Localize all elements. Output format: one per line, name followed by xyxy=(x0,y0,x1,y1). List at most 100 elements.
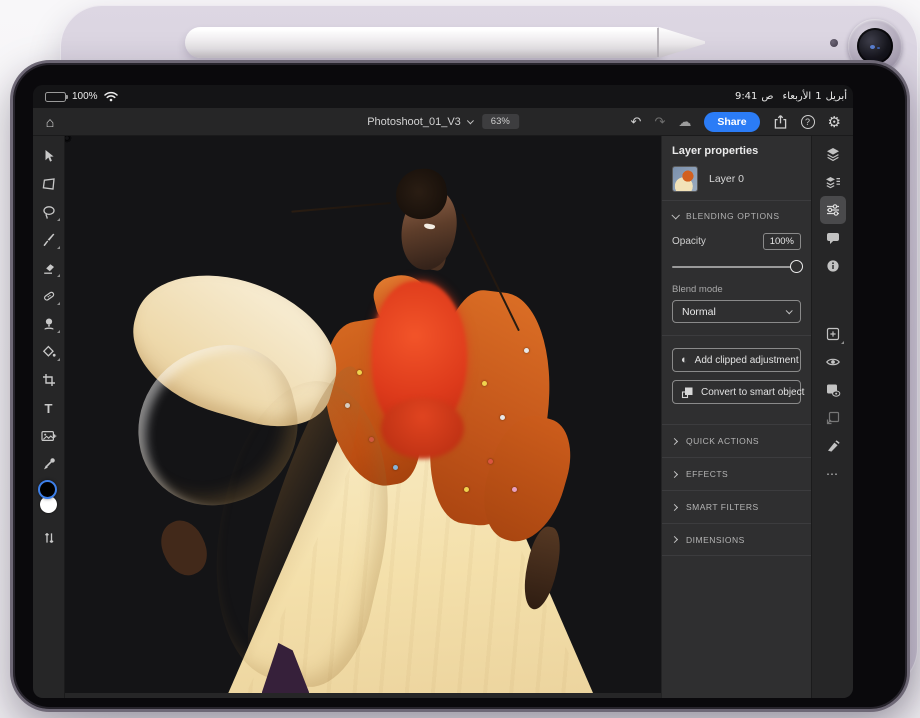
type-tool-icon[interactable]: T xyxy=(36,394,62,422)
section-smart-filters[interactable]: SMART FILTERS xyxy=(662,490,811,523)
share-button[interactable]: Share xyxy=(704,112,759,132)
document-title[interactable]: Photoshoot_01_V3 xyxy=(367,116,472,128)
mic-dot xyxy=(830,39,838,47)
visibility-eye-icon[interactable] xyxy=(820,348,846,376)
lasso-tool-icon[interactable] xyxy=(36,198,62,226)
photo-braid xyxy=(291,202,391,213)
jacket-pin xyxy=(524,348,529,353)
home-icon[interactable]: ⌂ xyxy=(33,114,67,130)
layer-thumbnail[interactable] xyxy=(672,166,698,192)
pencil-tip xyxy=(659,27,705,58)
blending-options-header[interactable]: BLENDING OPTIONS xyxy=(662,201,811,229)
section-label: QUICK ACTIONS xyxy=(686,436,759,446)
document-title-group: Photoshoot_01_V3 63% xyxy=(367,114,519,129)
camera-lens xyxy=(857,28,893,64)
hair-bead xyxy=(65,136,69,140)
section-quick-actions[interactable]: QUICK ACTIONS xyxy=(662,424,811,457)
color-swatches[interactable] xyxy=(36,482,62,516)
status-time: 9:41 xyxy=(735,91,757,102)
opacity-row: Opacity 100% xyxy=(662,229,811,250)
slider-track[interactable] xyxy=(672,266,801,268)
tool-bar: T xyxy=(33,136,65,698)
top-bar-actions: ↶ ↷ ☁ Share ? ⚙ xyxy=(631,112,841,132)
status-clock: 9:41 ص الأربعاء 1 أبريل xyxy=(735,91,847,102)
status-left: 100% xyxy=(45,91,118,102)
jacket-pin xyxy=(500,415,505,420)
opacity-slider[interactable] xyxy=(672,260,801,274)
redo-icon[interactable]: ↷ xyxy=(654,115,665,128)
chevron-down-icon xyxy=(671,211,679,219)
send-backward-icon[interactable] xyxy=(820,404,846,432)
info-panel-icon[interactable] xyxy=(820,252,846,280)
undo-icon[interactable]: ↶ xyxy=(631,115,642,128)
layers-panel-icon[interactable] xyxy=(820,140,846,168)
section-effects[interactable]: EFFECTS xyxy=(662,457,811,490)
status-weekday: الأربعاء xyxy=(783,91,812,102)
section-label: EFFECTS xyxy=(686,469,728,479)
eraser-tool-icon[interactable] xyxy=(36,254,62,282)
status-month: أبريل xyxy=(826,91,847,102)
apple-pencil xyxy=(185,27,705,58)
compare-tool-icon[interactable] xyxy=(36,524,62,552)
slider-handle[interactable] xyxy=(790,260,803,273)
adjustment-icon: ◐ xyxy=(681,355,688,366)
section-dimensions[interactable]: DIMENSIONS xyxy=(662,523,811,556)
opacity-label: Opacity xyxy=(672,236,706,247)
cleanup-brush-icon[interactable] xyxy=(820,432,846,460)
layer-row[interactable]: Layer 0 xyxy=(662,163,811,200)
layer-properties-panel-icon[interactable] xyxy=(820,196,846,224)
brush-tool-icon[interactable] xyxy=(36,226,62,254)
screen: 100% 9:41 ص الأربعاء 1 أبريل ⌂ xyxy=(33,85,853,698)
export-icon[interactable] xyxy=(773,114,788,130)
eyedropper-tool-icon[interactable] xyxy=(36,450,62,478)
layer-name: Layer 0 xyxy=(709,173,744,185)
jacket-pin xyxy=(393,465,398,470)
crop-tool-icon[interactable] xyxy=(36,366,62,394)
section-label: DIMENSIONS xyxy=(686,535,745,545)
add-clipped-label: Add clipped adjustment xyxy=(695,355,799,366)
more-options-icon[interactable]: ⋯ xyxy=(820,460,846,488)
pencil-body xyxy=(185,27,660,58)
panel-header: Layer properties xyxy=(662,136,811,163)
foreground-color-swatch[interactable] xyxy=(38,480,57,499)
transform-tool-icon[interactable] xyxy=(36,170,62,198)
layer-visibility-icon[interactable] xyxy=(820,376,846,404)
document-title-text: Photoshoot_01_V3 xyxy=(367,116,461,128)
photo-left-hand xyxy=(153,514,216,583)
settings-gear-icon[interactable]: ⚙ xyxy=(828,113,841,131)
place-photo-tool-icon[interactable] xyxy=(36,422,62,450)
blending-options-label: BLENDING OPTIONS xyxy=(686,211,780,221)
cloud-sync-icon[interactable]: ☁ xyxy=(678,115,691,128)
smart-object-icon xyxy=(681,386,694,399)
canvas-area xyxy=(65,136,661,698)
chevron-right-icon xyxy=(671,437,678,444)
section-label: SMART FILTERS xyxy=(686,502,759,512)
fill-tool-icon[interactable] xyxy=(36,338,62,366)
convert-smart-label: Convert to smart object xyxy=(701,387,804,398)
camera-glint xyxy=(870,45,875,49)
panel-dock: ⋯ xyxy=(811,136,853,698)
status-day: 1 xyxy=(815,91,821,102)
chevron-right-icon xyxy=(671,503,678,510)
blend-mode-value: Normal xyxy=(682,306,716,318)
canvas-photo[interactable] xyxy=(65,136,661,693)
blend-mode-dropdown[interactable]: Normal xyxy=(672,300,801,323)
opacity-value-field[interactable]: 100% xyxy=(763,233,801,250)
convert-smart-object-button[interactable]: Convert to smart object xyxy=(672,380,801,404)
layer-properties-panel: Layer properties Layer 0 BLENDING OPTION… xyxy=(661,136,811,698)
photo-sweater-lower xyxy=(381,398,464,459)
add-clipped-adjustment-button[interactable]: ◐ Add clipped adjustment xyxy=(672,348,801,372)
ipad-front-device: 100% 9:41 ص الأربعاء 1 أبريل ⌂ xyxy=(10,60,910,712)
zoom-level-badge[interactable]: 63% xyxy=(482,114,519,129)
help-icon[interactable]: ? xyxy=(801,115,815,129)
clone-stamp-tool-icon[interactable] xyxy=(36,310,62,338)
chevron-right-icon xyxy=(671,470,678,477)
jacket-pin xyxy=(512,487,517,492)
adjustment-layers-icon[interactable] xyxy=(820,168,846,196)
move-tool-icon[interactable] xyxy=(36,142,62,170)
status-day-period: ص xyxy=(761,91,773,102)
app-main: T xyxy=(33,136,853,698)
add-layer-icon[interactable] xyxy=(820,320,846,348)
comments-panel-icon[interactable] xyxy=(820,224,846,252)
healing-tool-icon[interactable] xyxy=(36,282,62,310)
